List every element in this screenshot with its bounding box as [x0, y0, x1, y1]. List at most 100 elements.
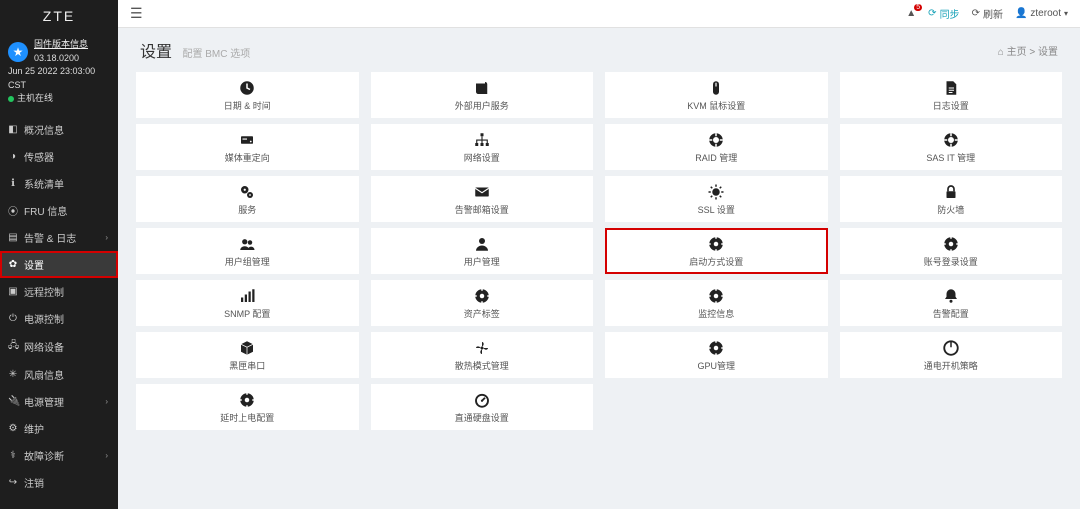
star-icon: ★ [8, 42, 28, 62]
settings-card-5[interactable]: 网络设置 [371, 124, 594, 170]
user-icon: 👤 [1015, 8, 1027, 19]
card-label: 用户组管理 [225, 255, 270, 268]
mail-icon [473, 183, 491, 201]
sidebar-item-2[interactable]: ℹ系统清单 [0, 170, 118, 197]
bell-icon [942, 287, 960, 305]
chevron-down-icon: ▾ [1064, 9, 1068, 18]
chevron-right-icon: › [105, 233, 108, 242]
settings-card-4[interactable]: 媒体重定向 [136, 124, 359, 170]
cube-icon [238, 339, 256, 357]
card-label: 资产标签 [464, 307, 500, 320]
nav-icon: ⏻ [8, 313, 18, 324]
card-label: RAID 管理 [695, 151, 737, 164]
card-label: 外部用户服务 [455, 99, 509, 112]
sidebar-item-4[interactable]: ▤告警 & 日志› [0, 224, 118, 251]
nav-icon: ⚙ [8, 423, 18, 434]
settings-card-13[interactable]: 用户管理 [371, 228, 594, 274]
settings-card-1[interactable]: 外部用户服务 [371, 72, 594, 118]
firmware-link[interactable]: 固件版本信息 [34, 38, 88, 52]
settings-card-17[interactable]: 资产标签 [371, 280, 594, 326]
settings-card-2[interactable]: KVM 鼠标设置 [605, 72, 828, 118]
sidebar-item-1[interactable]: ◑传感器 [0, 143, 118, 170]
settings-card-14[interactable]: 启动方式设置 [605, 228, 828, 274]
sidebar-item-6[interactable]: ▣远程控制 [0, 278, 118, 305]
settings-card-6[interactable]: RAID 管理 [605, 124, 828, 170]
settings-card-24[interactable]: 延时上电配置 [136, 384, 359, 430]
nav-label: FRU 信息 [24, 203, 67, 218]
settings-card-20[interactable]: 黑匣串口 [136, 332, 359, 378]
sidebar-item-11[interactable]: ⚙维护 [0, 415, 118, 442]
brand-logo: ZTE [0, 0, 118, 32]
sync-button[interactable]: ⟳同步 [928, 6, 959, 21]
menu-icon[interactable]: ☰ [130, 5, 143, 22]
settings-card-3[interactable]: 日志设置 [840, 72, 1063, 118]
settings-grid: 日期 & 时间外部用户服务 KVM 鼠标设置日志设置媒体重定向 网络设置 RAID 管… [118, 68, 1080, 444]
nav-icon: ↪ [8, 477, 18, 488]
card-label: 监控信息 [698, 307, 734, 320]
settings-card-25[interactable]: 直通硬盘设置 [371, 384, 594, 430]
nav-icon: ▣ [8, 286, 18, 297]
nav-icon: ◑ [8, 151, 18, 162]
card-label: 网络设置 [464, 151, 500, 164]
sidebar-item-9[interactable]: ✳ 风扇信息 [0, 361, 118, 388]
breadcrumb-home[interactable]: 主页 [1007, 47, 1027, 58]
dashboard-icon [473, 391, 491, 409]
nav-icon: ✳ [8, 369, 18, 380]
nav-icon: 🖧 [8, 338, 18, 355]
settings-card-12[interactable]: 用户组管理 [136, 228, 359, 274]
nav-label: 概况信息 [24, 122, 64, 137]
settings-card-10[interactable]: SSL 设置 [605, 176, 828, 222]
settings-card-19[interactable]: 告警配置 [840, 280, 1063, 326]
user-menu[interactable]: 👤zteroot ▾ [1015, 8, 1068, 19]
card-label: 媒体重定向 [225, 151, 270, 164]
nav-icon: ⚕ [8, 450, 18, 461]
network-icon [473, 131, 491, 149]
page-subtitle: 配置 BMC 选项 [182, 49, 250, 60]
reload-icon: ⟳ [972, 8, 980, 19]
home-icon[interactable]: ⌂ [998, 47, 1004, 58]
sidebar-item-10[interactable]: 🔌电源管理› [0, 388, 118, 415]
settings-card-8[interactable]: 服务 [136, 176, 359, 222]
sidebar-item-3[interactable]: ⦿ FRU 信息 [0, 197, 118, 224]
settings-card-15[interactable]: 账号登录设置 [840, 228, 1063, 274]
settings-card-21[interactable]: 散热模式管理 [371, 332, 594, 378]
notifications-button[interactable]: ▲ 5 [906, 8, 916, 19]
settings-card-16[interactable]: SNMP 配置 [136, 280, 359, 326]
life-ring-icon [707, 131, 725, 149]
settings-card-9[interactable]: 告警邮箱设置 [371, 176, 594, 222]
nav-label: 风扇信息 [24, 367, 64, 382]
firmware-version: 03.18.0200 [34, 52, 88, 66]
sidebar-item-5[interactable]: ✿设置 [0, 251, 118, 278]
doc-icon [942, 79, 960, 97]
settings-card-18[interactable]: 监控信息 [605, 280, 828, 326]
sidebar-item-8[interactable]: 🖧网络设备 [0, 332, 118, 361]
nav-icon: ⦿ [8, 203, 18, 218]
nav-label: 告警 & 日志 [24, 230, 76, 245]
gear-icon [238, 391, 256, 409]
sidebar: ZTE ★ 固件版本信息 03.18.0200 Jun 25 2022 23:0… [0, 0, 118, 509]
card-label: SSL 设置 [698, 203, 735, 216]
gear-icon [707, 235, 725, 253]
reload-button[interactable]: ⟳刷新 [972, 6, 1003, 21]
life-ring-icon [942, 131, 960, 149]
drive-icon [238, 131, 256, 149]
gear-icon [942, 235, 960, 253]
nav-label: 故障诊断 [24, 448, 64, 463]
settings-card-23[interactable]: 通电开机策略 [840, 332, 1063, 378]
settings-card-7[interactable]: SAS IT 管理 [840, 124, 1063, 170]
card-label: 散热模式管理 [455, 359, 509, 372]
settings-card-22[interactable]: GPU管理 [605, 332, 828, 378]
nav-label: 电源管理 [24, 394, 64, 409]
settings-card-0[interactable]: 日期 & 时间 [136, 72, 359, 118]
card-label: 告警配置 [933, 307, 969, 320]
card-label: 启动方式设置 [689, 255, 743, 268]
clock-icon [238, 79, 256, 97]
page-header: 设置 配置 BMC 选项 ⌂ 主页 > 设置 [118, 28, 1080, 68]
sidebar-item-0[interactable]: ◧概况信息 [0, 116, 118, 143]
settings-card-11[interactable]: 防火墙 [840, 176, 1063, 222]
sidebar-item-7[interactable]: ⏻电源控制 [0, 305, 118, 332]
sidebar-item-12[interactable]: ⚕故障诊断› [0, 442, 118, 469]
sidebar-item-13[interactable]: ↪注销 [0, 469, 118, 496]
card-label: SAS IT 管理 [926, 151, 975, 164]
firmware-timestamp: Jun 25 2022 23:03:00 CST [8, 65, 110, 92]
